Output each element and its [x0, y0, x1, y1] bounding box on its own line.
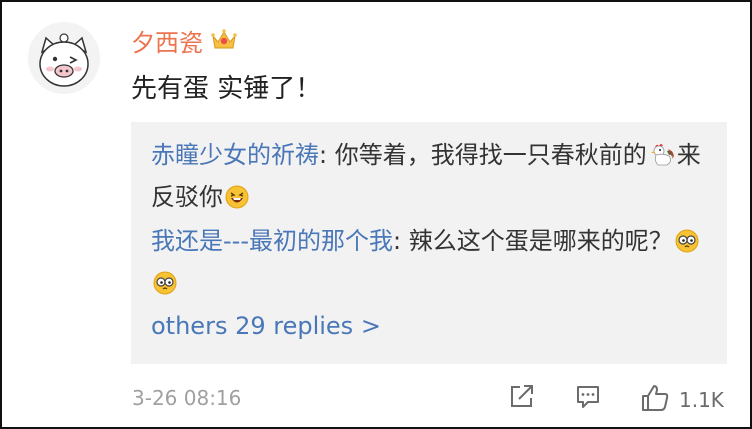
- rooster-emoji-icon: [649, 140, 675, 178]
- like-count: 1.1K: [679, 388, 724, 412]
- share-button[interactable]: [508, 382, 536, 414]
- comment-card: 夕西瓷 先有蛋 实锤了！ 赤瞳少女的祈祷: 你等着，我得找一只春秋前的 来反驳你…: [0, 0, 752, 429]
- reply-text: 你等着，我得找一只春秋前的: [334, 141, 647, 169]
- reply-author-link[interactable]: 我还是---最初的那个我: [151, 227, 393, 255]
- share-icon: [508, 382, 536, 414]
- thumbs-up-icon: [639, 382, 671, 418]
- avatar[interactable]: [28, 22, 100, 94]
- reply-text: 辣么这个蛋是哪来的呢？: [408, 227, 673, 255]
- laughing-emoji-icon: [225, 182, 249, 220]
- glasses-emoji-icon: [675, 226, 699, 264]
- reply-separator: :: [392, 227, 409, 255]
- comment-icon: [574, 382, 602, 414]
- comment-header: 夕西瓷: [131, 22, 237, 58]
- glasses-emoji-icon: [153, 268, 177, 306]
- reply-item: 我还是---最初的那个我: 辣么这个蛋是哪来的呢？: [151, 222, 711, 306]
- reply-item: 赤瞳少女的祈祷: 你等着，我得找一只春秋前的 来反驳你: [151, 136, 711, 220]
- reply-author-link[interactable]: 赤瞳少女的祈祷: [151, 141, 319, 169]
- comment-timestamp: 3-26 08:16: [132, 386, 242, 410]
- username-link[interactable]: 夕西瓷: [131, 23, 203, 58]
- crown-icon: [211, 28, 237, 52]
- comment-button[interactable]: [574, 382, 602, 414]
- like-button[interactable]: 1.1K: [639, 382, 724, 418]
- more-replies-link[interactable]: others 29 replies >: [151, 312, 381, 340]
- reply-separator: :: [319, 141, 335, 169]
- replies-panel: 赤瞳少女的祈祷: 你等着，我得找一只春秋前的 来反驳你 我还是---最初的那个我…: [131, 122, 727, 364]
- comment-text: 先有蛋 实锤了！: [131, 74, 322, 104]
